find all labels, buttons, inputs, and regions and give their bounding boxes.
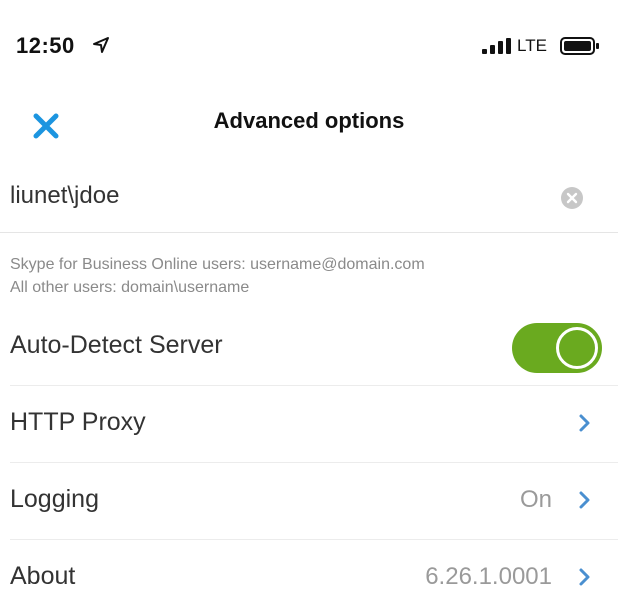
settings-content: Skype for Business Online users: usernam…	[0, 162, 618, 616]
about-row[interactable]: About 6.26.1.0001	[10, 540, 618, 616]
http-proxy-row[interactable]: HTTP Proxy	[10, 386, 618, 463]
navigation-bar: Advanced options	[0, 80, 618, 162]
logging-row[interactable]: Logging On	[10, 463, 618, 540]
about-label: About	[10, 562, 76, 590]
auto-detect-label: Auto-Detect Server	[10, 331, 223, 359]
about-version: 6.26.1.0001	[425, 563, 552, 590]
battery-icon	[560, 37, 599, 55]
http-proxy-label: HTTP Proxy	[10, 408, 146, 436]
auto-detect-row: Auto-Detect Server	[10, 309, 618, 386]
username-input[interactable]	[10, 176, 530, 216]
chevron-right-icon	[579, 414, 590, 432]
username-hint: Skype for Business Online users: usernam…	[0, 233, 618, 309]
logging-label: Logging	[10, 485, 99, 513]
status-bar: 12:50 LTE	[0, 0, 618, 80]
toggle-knob	[556, 327, 598, 369]
logging-value: On	[519, 486, 552, 513]
chevron-right-icon	[579, 568, 590, 586]
status-time: 12:50	[16, 33, 75, 58]
auto-detect-toggle[interactable]	[512, 323, 602, 373]
location-arrow-icon	[93, 37, 109, 53]
network-type: LTE	[517, 36, 547, 55]
hint-line-online: Skype for Business Online users: usernam…	[10, 256, 425, 273]
hint-line-other: All other users: domain\username	[10, 279, 250, 296]
chevron-right-icon	[579, 491, 590, 509]
page-title: Advanced options	[213, 108, 405, 133]
clear-circle-icon[interactable]	[560, 186, 584, 210]
username-row	[0, 162, 618, 233]
signal-bars-icon	[482, 38, 511, 54]
